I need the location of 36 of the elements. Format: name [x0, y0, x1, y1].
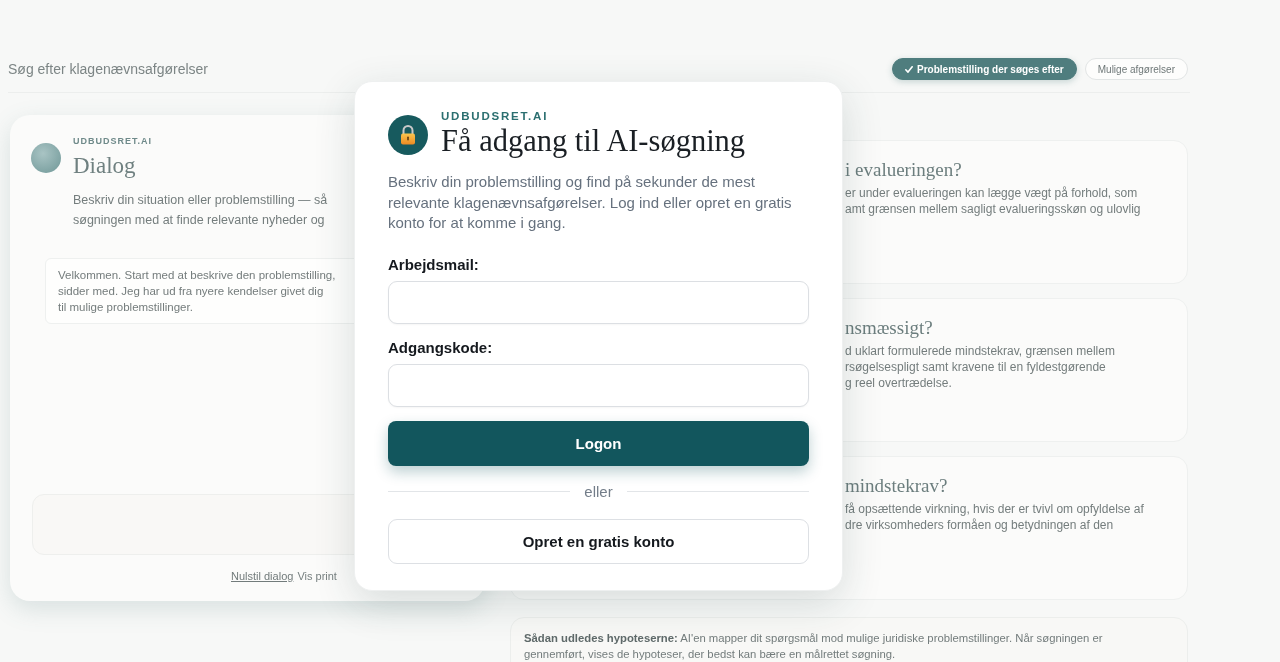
logon-button[interactable]: Logon	[388, 420, 809, 466]
hypothesis-text-line: d uklart formulerede mindstekrav, grænsen mellem	[845, 343, 1115, 359]
search-title: Søg efter klagenævnsafgørelser	[8, 61, 208, 77]
field-label: Arbejdsmail:	[388, 254, 479, 275]
input-field[interactable]	[388, 280, 809, 324]
message-line: til mulige problemstillinger.	[58, 300, 193, 315]
info-note-text: Sådan udledes hypoteserne: AI'en mapper dit spørgsmål mod mulige juridiske problemstillinger. Når søgningen er gennemført, vises de hypoteser, der bedst kan bære en målrettet søgning.	[524, 631, 1104, 662]
hypothesis-title: i evalueringen?	[845, 159, 962, 181]
hypothesis-text-line: dre virksomheders formåen og betydningen af den	[845, 517, 1114, 533]
message-line: Velkommen. Start med at beskrive den problemstilling,	[58, 268, 336, 283]
hypothesis-title: mindstekrav?	[845, 475, 948, 497]
dialog-description: Beskriv din problemstilling og find på sekunder de mest relevante klagenævnsafgørelser. Log ind eller opret en gratis konto for at komme i gang.	[388, 172, 793, 233]
hypothesis-title: nsmæssigt?	[845, 317, 933, 339]
brand-label: UDBUDSRET.AI	[441, 109, 549, 123]
hypothesis-text-line: få opsættende virkning, hvis der er tvivl om opfyldelse af	[845, 501, 1144, 517]
view-tab[interactable]: Mulige afgørelser	[1084, 58, 1188, 80]
field-label: Adgangskode:	[388, 337, 493, 358]
dialog-title: Få adgang til AI-søgning	[441, 123, 746, 159]
input-field[interactable]	[388, 363, 809, 407]
panel-title: Dialog	[73, 152, 136, 180]
brand-label: UDBUDSRET.AI	[73, 136, 152, 147]
hypothesis-text-line: g reel overtrædelse.	[845, 375, 952, 391]
check-icon	[905, 65, 913, 73]
padlock-icon	[388, 115, 428, 155]
create-account-button[interactable]: Opret en gratis konto	[388, 518, 809, 564]
panel-description-line: søgningen med at finde relevante nyheder og	[73, 212, 325, 229]
hypothesis-text-line: er under evalueringen kan lægge vægt på forhold, som	[845, 185, 1138, 201]
hypothesis-text-line: amt grænsen mellem sagligt evalueringsskøn og ulovlig	[845, 201, 1141, 217]
reset-dialog-link[interactable]: Nulstil dialog	[231, 568, 294, 584]
orb-icon	[31, 143, 61, 173]
view-tab[interactable]: Problemstilling der søges efter	[892, 58, 1077, 80]
divider-label: eller	[583, 481, 614, 502]
hypothesis-text-line: rsøgelsespligt samt kravene til en fyldestgørende	[845, 359, 1106, 375]
message-line: sidder med. Jeg har ud fra nyere kendelser givet dig	[58, 284, 324, 299]
panel-description-line: Beskriv din situation eller problemstilling — så	[73, 192, 328, 209]
print-link[interactable]: Vis print	[297, 568, 337, 584]
